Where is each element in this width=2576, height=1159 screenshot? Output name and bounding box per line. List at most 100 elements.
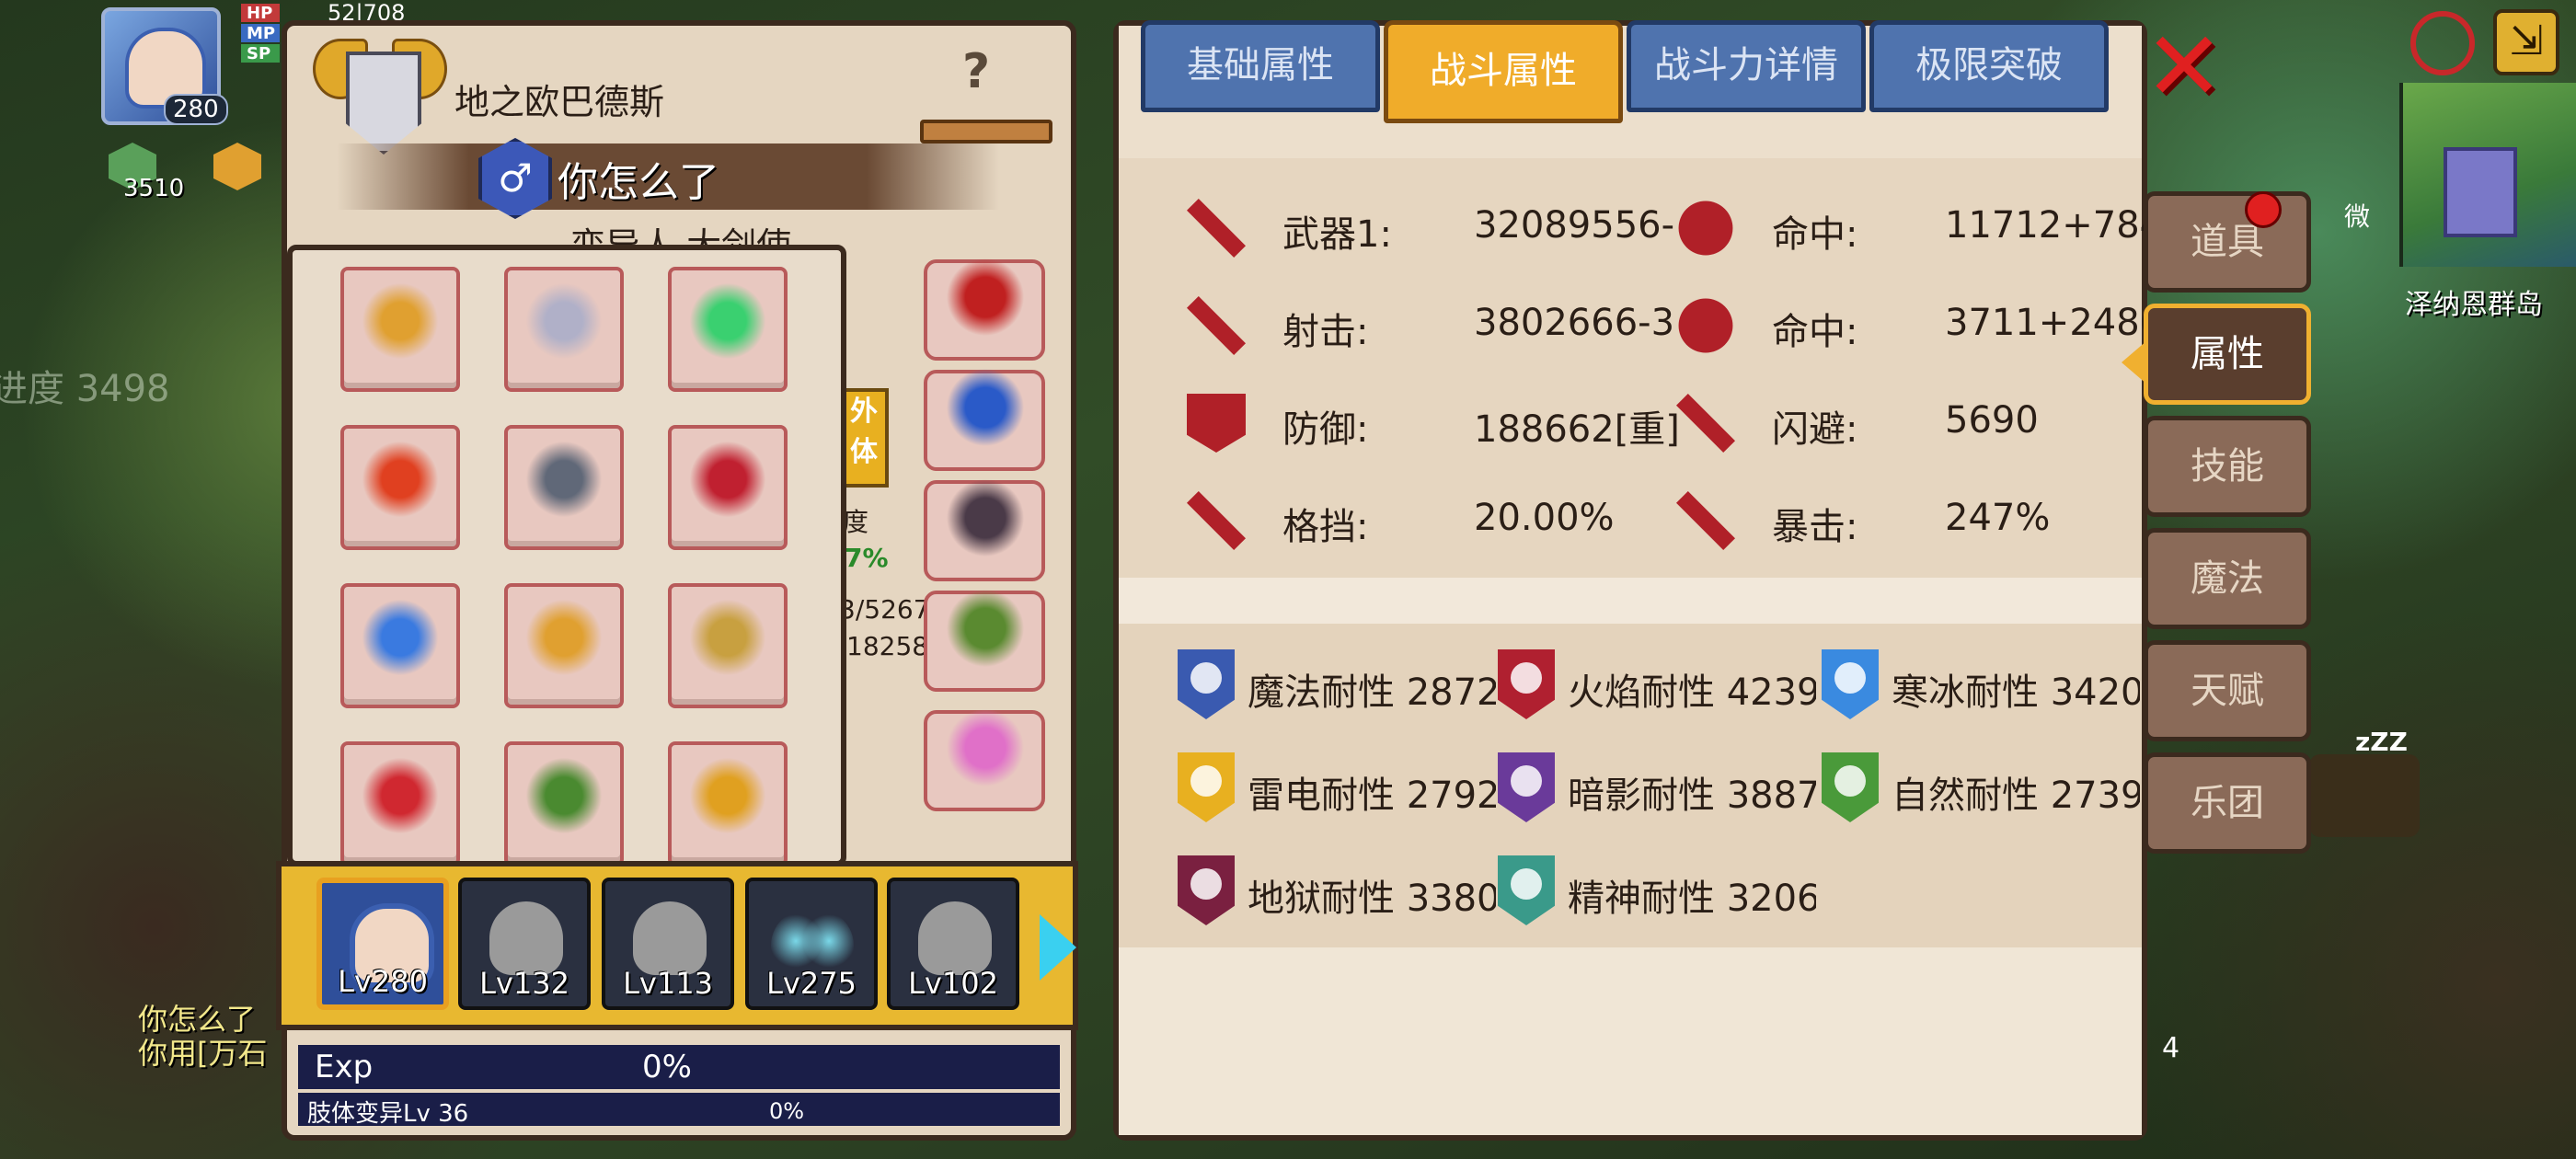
party-member-portrait-icon (918, 901, 992, 975)
globe-icon[interactable] (2410, 11, 2475, 75)
chat-line: 你用[万石 (138, 1035, 268, 1071)
hidden-stat-percent: 7% (845, 543, 889, 573)
side-equipment-slot[interactable] (924, 706, 1045, 811)
gold-armor-icon (684, 594, 771, 681)
side-menu-6[interactable]: 乐团 (2144, 752, 2311, 854)
blue-ring-icon (357, 594, 443, 681)
resistance-value: 魔法耐性 2872 (1248, 671, 1496, 714)
map-progress-text: 进度 3498 (0, 368, 170, 410)
party-member-level: Lv275 (766, 966, 857, 1001)
equipment-slot[interactable] (668, 741, 788, 861)
side-menu-5[interactable]: 天赋 (2144, 640, 2311, 741)
side-equipment-slot[interactable] (924, 256, 1045, 361)
section-divider (1119, 578, 2142, 624)
stat-label: 格挡: (1282, 506, 1369, 548)
side-equipment-slot[interactable] (924, 587, 1045, 692)
red-bow-icon (684, 436, 771, 522)
tab-1[interactable]: 基础属性 (1141, 20, 1380, 112)
rest-camp-icon[interactable] (2309, 754, 2420, 837)
resistance-value: 精神耐性 3206 (1568, 878, 1816, 920)
equipment-slot[interactable] (504, 267, 624, 392)
hidden-stat-value: 3/5267 (839, 594, 930, 625)
chat-log[interactable]: 你怎么了 你用[万石 (138, 1003, 268, 1071)
chat-line: 你怎么了 (138, 1002, 257, 1037)
stat-value: 11712+784 (1945, 204, 2164, 247)
pink-heart-charm-icon (944, 706, 1027, 789)
side-equipment-slot[interactable] (924, 366, 1045, 471)
equipment-slot[interactable] (340, 425, 460, 550)
minimap-location-label: 泽纳恩群岛 (2405, 289, 2543, 321)
stat-value: 188662[重] (1474, 408, 1680, 451)
side-equipment-slot[interactable] (924, 476, 1045, 581)
stats-bottom-area (1119, 947, 2142, 1135)
party-member-level: Lv102 (908, 966, 998, 1001)
resistance-value: 自然耐性 2739 (1892, 775, 2140, 817)
equipment-slot[interactable] (340, 583, 460, 708)
spear-icon (357, 278, 443, 364)
party-member[interactable]: Lv113 (602, 878, 734, 1010)
gold-ring-icon (684, 752, 771, 839)
red-cloak-icon (357, 752, 443, 839)
crossbow-icon (684, 278, 771, 364)
stat-value: 3711+2486 (1945, 302, 2164, 344)
equipment-slot[interactable] (340, 267, 460, 392)
demon-shield-icon (521, 436, 607, 522)
resistance-value: 雷电耐性 2792 (1248, 775, 1496, 817)
mutation-bar: 肢体变异Lv 36 0% (298, 1093, 1060, 1128)
special-body-badge[interactable]: 外体 (839, 388, 889, 488)
resistance-value: 寒冰耐性 3420 (1892, 671, 2140, 714)
side-menu-3[interactable]: 技能 (2144, 416, 2311, 517)
equipment-slot[interactable] (668, 267, 788, 392)
exit-arrow-icon[interactable]: ⇲ (2493, 9, 2559, 75)
hidden-stat-value: 18258 (846, 631, 929, 661)
notification-dot-icon (2245, 191, 2282, 228)
stat-value: 3802666-3 (1474, 302, 1675, 344)
outfit-hanger-button[interactable]: ? (914, 44, 1052, 149)
player-level-badge: 280 (164, 94, 228, 125)
side-menu-1[interactable]: 道具 (2144, 191, 2311, 293)
party-member[interactable]: Lv102 (887, 878, 1019, 1010)
mp-bar: MP (241, 24, 280, 43)
equipment-slot[interactable] (504, 741, 624, 861)
sleep-indicator: zZZ (2355, 727, 2408, 757)
side-menu-2[interactable]: 属性 (2144, 304, 2311, 405)
exp-label: Exp (315, 1049, 374, 1085)
winged-boots-icon (944, 587, 1027, 670)
guild-emblem-icon (313, 33, 447, 158)
party-member-portrait-icon (633, 901, 707, 975)
party-member[interactable]: Lv275 (745, 878, 878, 1010)
sp-bar: SP (241, 44, 280, 63)
party-member-level: Lv280 (338, 964, 428, 999)
party-member[interactable]: Lv280 (316, 878, 449, 1010)
gem-currency-value: 3510 (123, 175, 185, 202)
hp-bar: HP (241, 4, 280, 23)
thorn-bracelet-icon (521, 752, 607, 839)
tab-4[interactable]: 极限突破 (1869, 20, 2109, 112)
equipment-slot[interactable] (668, 425, 788, 550)
side-menu-4[interactable]: 魔法 (2144, 528, 2311, 629)
axe-icon (521, 278, 607, 364)
character-name: 地之欧巴德斯 (454, 82, 665, 122)
equipment-slot[interactable] (668, 583, 788, 708)
equipment-slot[interactable] (340, 741, 460, 861)
equipment-slot[interactable] (504, 425, 624, 550)
mutation-label: 肢体变异Lv 36 (307, 1100, 469, 1128)
minimap[interactable] (2399, 83, 2576, 267)
party-member-portrait-icon (489, 901, 563, 975)
dark-armor-icon (944, 476, 1027, 559)
blue-gauntlet-icon (944, 366, 1027, 449)
help-icon: ? (962, 44, 991, 99)
resistance-value: 暗影耐性 3887 (1568, 775, 1816, 817)
tab-3[interactable]: 战斗力详情 (1627, 20, 1866, 112)
equipment-grid (287, 245, 846, 866)
tab-2[interactable]: 战斗属性 (1384, 20, 1623, 123)
party-member-level: Lv132 (479, 966, 569, 1001)
close-icon[interactable]: ✕ (2142, 18, 2226, 114)
exp-value: 0% (642, 1049, 692, 1085)
equipment-slot[interactable] (504, 583, 624, 708)
stat-label: 命中: (1772, 311, 1858, 353)
party-member[interactable]: Lv132 (458, 878, 591, 1010)
stat-value: 5690 (1945, 399, 2039, 442)
party-next-arrow-icon[interactable] (1040, 914, 1076, 981)
hidden-stat-label: 度 (843, 507, 869, 537)
